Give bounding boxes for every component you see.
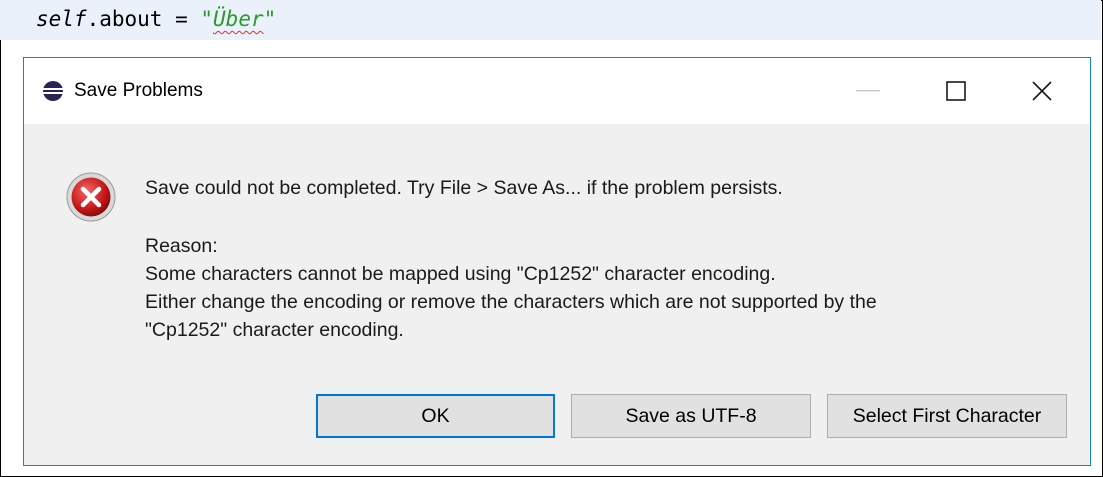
save-problems-dialog: Save Problems Save could not be complete…	[23, 57, 1091, 466]
close-button[interactable]	[1012, 58, 1072, 124]
dialog-content: Save could not be completed. Try File > …	[24, 124, 1090, 465]
save-as-utf8-button[interactable]: Save as UTF-8	[571, 394, 811, 438]
code-string-value: Über	[213, 7, 264, 31]
eclipse-icon	[43, 81, 63, 101]
reason-line: Some characters cannot be mapped using "…	[145, 263, 776, 285]
maximize-button[interactable]	[926, 58, 986, 124]
error-icon	[66, 172, 116, 222]
select-first-character-button[interactable]: Select First Character	[827, 394, 1067, 438]
dialog-title: Save Problems	[74, 80, 203, 101]
reason-line: Either change the encoding or remove the…	[145, 291, 877, 313]
code-text: .about =	[86, 7, 201, 31]
close-icon	[1032, 81, 1052, 101]
dialog-titlebar[interactable]: Save Problems	[24, 58, 1090, 124]
maximize-icon	[946, 81, 966, 101]
reason-block: Reason: Some characters cannot be mapped…	[145, 232, 877, 344]
code-keyword: self	[36, 7, 87, 31]
ok-button[interactable]: OK	[316, 394, 555, 438]
code-quote-close: "	[263, 7, 277, 31]
minimize-button[interactable]	[838, 58, 898, 124]
error-message: Save could not be completed. Try File > …	[145, 177, 783, 199]
reason-line: "Cp1252" character encoding.	[145, 319, 404, 341]
minimize-icon	[856, 90, 880, 92]
editor-code-line[interactable]: self.about = "Über"	[0, 0, 1101, 40]
code-quote-open: "	[200, 7, 214, 31]
reason-label: Reason:	[145, 235, 218, 257]
